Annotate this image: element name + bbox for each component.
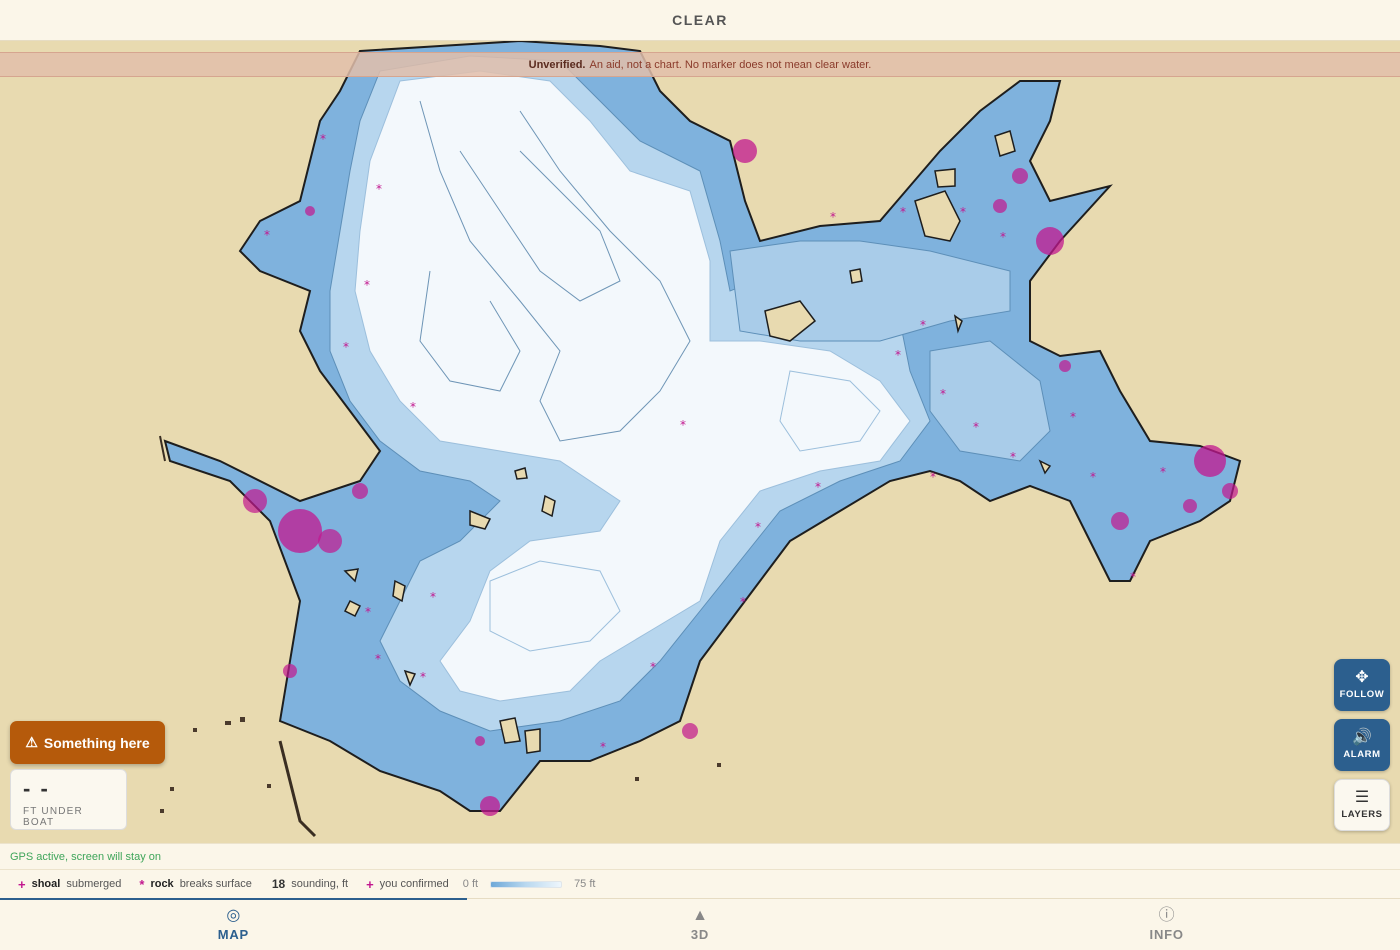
svg-text:*: * xyxy=(895,348,901,362)
layers-label: LAYERS xyxy=(1341,809,1383,820)
svg-text:*: * xyxy=(320,132,326,146)
depth-value: - - xyxy=(23,776,50,801)
rock-desc: breaks surface xyxy=(179,878,252,890)
header: CLEAR xyxy=(0,0,1400,41)
svg-text:*: * xyxy=(410,400,416,414)
sounding-sample: 18 xyxy=(271,877,286,891)
svg-text:*: * xyxy=(920,318,926,332)
tab-3d[interactable]: ▲ 3D xyxy=(467,899,934,950)
svg-text:*: * xyxy=(650,660,656,674)
svg-text:*: * xyxy=(264,228,270,242)
something-here-label: Something here xyxy=(43,734,150,751)
something-here-button[interactable]: ⚠ Something here xyxy=(10,721,165,764)
svg-text:*: * xyxy=(1000,230,1006,244)
confirmed-symbol: + xyxy=(366,876,374,892)
page-title: CLEAR xyxy=(672,12,728,28)
rock-symbol: * xyxy=(139,876,145,892)
warning-icon: ⚠ xyxy=(25,734,38,750)
svg-text:*: * xyxy=(1130,570,1136,584)
target-icon: ◎ xyxy=(226,907,241,924)
shoal-symbol: + xyxy=(18,876,26,892)
banner-strong: Unverified. xyxy=(528,58,586,71)
svg-text:*: * xyxy=(740,595,746,609)
svg-text:*: * xyxy=(680,418,686,432)
hamburger-icon: ☰ xyxy=(1354,789,1370,806)
triangle-icon: ▲ xyxy=(692,907,708,924)
tab-info-label: INFO xyxy=(1149,927,1184,942)
depth-unit: FT UNDER BOAT xyxy=(23,806,83,828)
svg-text:*: * xyxy=(940,387,946,401)
lake-chart[interactable]: * * * * * * * * * * * * * * * * * * * * * * * * * * * * * * xyxy=(0,41,1400,843)
svg-text:*: * xyxy=(365,605,371,619)
banner-text: An aid, not a chart. No marker does not … xyxy=(589,58,872,71)
tab-bar: ◎ MAP ▲ 3D ⓘ INFO xyxy=(0,898,1400,950)
svg-text:*: * xyxy=(430,590,436,604)
svg-text:*: * xyxy=(600,740,606,754)
tab-map-label: MAP xyxy=(217,927,249,942)
confirmed-desc: you confirmed xyxy=(379,878,449,890)
svg-text:*: * xyxy=(1070,410,1076,424)
map-legend: + shoal submerged * rock breaks surface … xyxy=(0,869,1400,898)
svg-text:*: * xyxy=(755,520,761,534)
tab-map[interactable]: ◎ MAP xyxy=(0,898,467,950)
svg-text:*: * xyxy=(420,670,426,684)
svg-text:*: * xyxy=(1160,465,1166,479)
tab-info[interactable]: ⓘ INFO xyxy=(933,899,1400,950)
svg-text:*: * xyxy=(930,470,936,484)
ramp-max: 75 ft xyxy=(574,878,596,890)
sounding-desc: sounding, ft xyxy=(291,878,349,890)
tab-3d-label: 3D xyxy=(690,927,710,942)
svg-text:*: * xyxy=(830,210,836,224)
depth-readout: - - FT UNDER BOAT xyxy=(10,769,127,830)
svg-text:*: * xyxy=(900,205,906,219)
follow-button[interactable]: ✥ FOLLOW xyxy=(1334,659,1390,711)
svg-text:*: * xyxy=(364,278,370,292)
shoal-desc: submerged xyxy=(66,878,122,890)
warning-banner: Unverified. An aid, not a chart. No mark… xyxy=(0,52,1400,77)
ramp-min: 0 ft xyxy=(462,878,479,890)
svg-text:*: * xyxy=(375,652,381,666)
svg-text:*: * xyxy=(1090,470,1096,484)
gps-status: GPS active, screen will stay on xyxy=(0,843,1400,869)
crosshair-move-icon: ✥ xyxy=(1355,669,1369,686)
info-icon: ⓘ xyxy=(1158,907,1175,924)
alarm-button[interactable]: 🔊 ALARM xyxy=(1334,719,1390,771)
lake-map[interactable]: * * * * * * * * * * * * * * * * * * * * * * * * * * * * * * xyxy=(0,41,1400,843)
svg-text:*: * xyxy=(973,420,979,434)
depth-ramp xyxy=(490,880,563,888)
svg-text:*: * xyxy=(1010,450,1016,464)
rock-label: rock xyxy=(150,878,174,890)
shoal-label: shoal xyxy=(31,878,61,890)
alarm-label: ALARM xyxy=(1343,749,1381,760)
svg-text:*: * xyxy=(376,182,382,196)
svg-text:*: * xyxy=(960,205,966,219)
follow-label: FOLLOW xyxy=(1339,689,1385,700)
speaker-icon: 🔊 xyxy=(1352,729,1372,746)
svg-text:*: * xyxy=(343,340,349,354)
svg-text:*: * xyxy=(815,480,821,494)
layers-button[interactable]: ☰ LAYERS xyxy=(1334,779,1390,831)
